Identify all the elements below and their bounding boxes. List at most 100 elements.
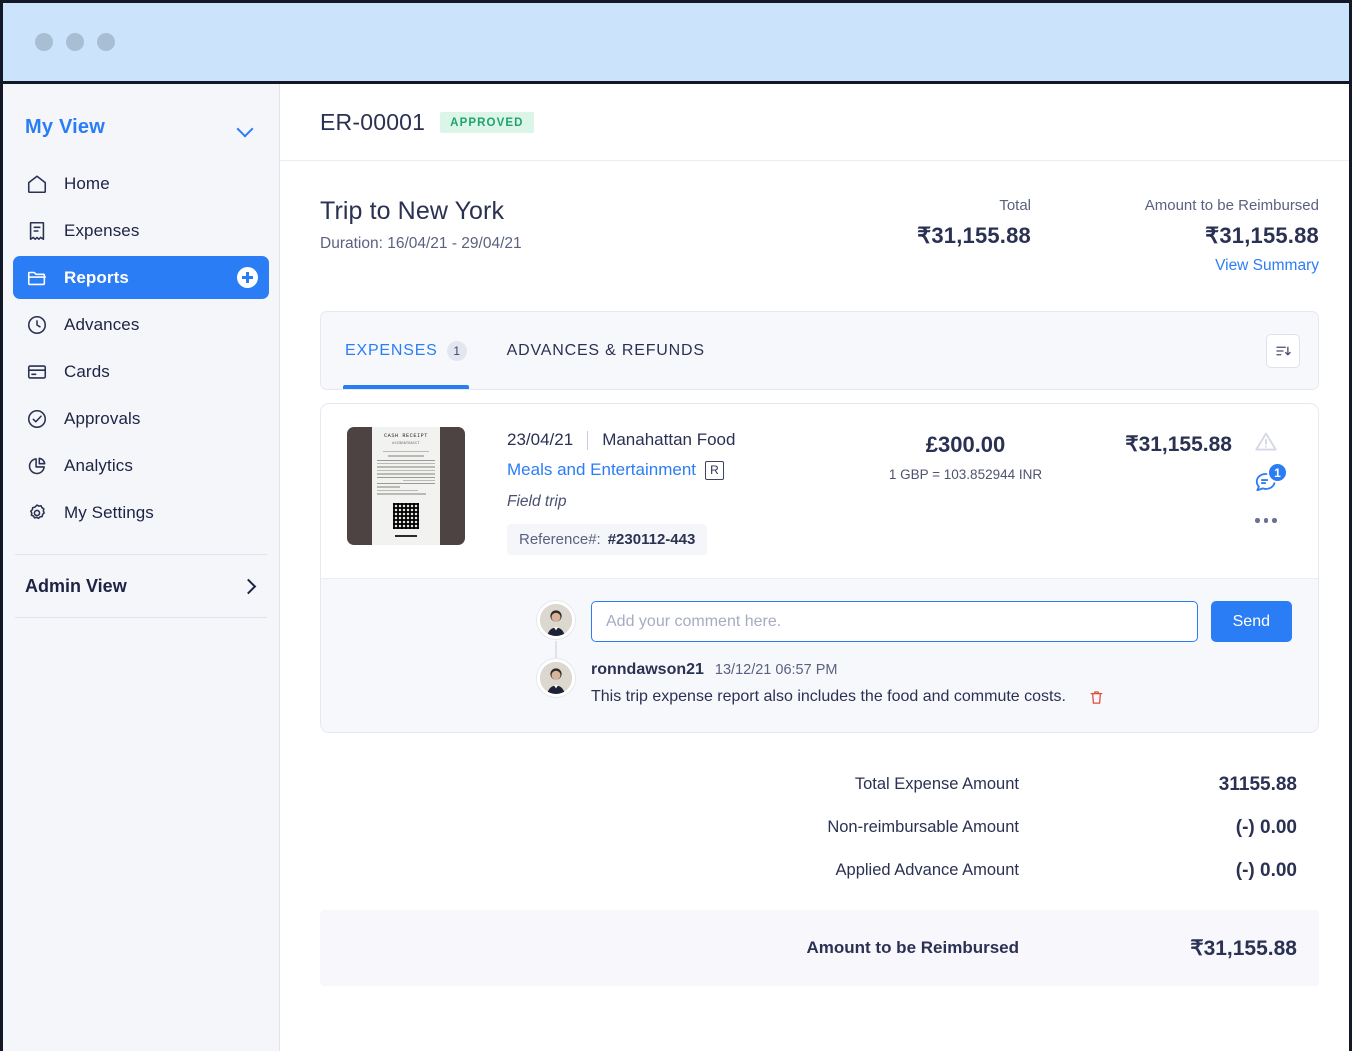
page-title: ER-00001 <box>320 109 425 136</box>
sidebar-nav: Home Expenses <box>3 162 279 538</box>
expense-row[interactable]: CASH RECEIPT #CCSHATOACCT <box>321 404 1318 578</box>
receipt-flag-icon: R <box>705 461 724 480</box>
check-circle-icon <box>25 407 49 431</box>
reimbursement-block: Amount to be Reimbursed ₹31,155.88 View … <box>1069 197 1319 275</box>
comment-timestamp: 13/12/21 06:57 PM <box>715 662 838 678</box>
comment-count-badge: 1 <box>1267 462 1288 483</box>
tab-count-badge: 1 <box>447 341 467 361</box>
pie-chart-icon <box>25 454 49 478</box>
report-body: Trip to New York Duration: 16/04/21 - 29… <box>280 161 1349 1051</box>
comment-compose-row: Send <box>537 601 1292 642</box>
total-row-label: Total Expense Amount <box>320 775 1117 794</box>
app-body: My View Home <box>0 84 1352 1051</box>
home-icon <box>25 172 49 196</box>
sidebar-item-approvals[interactable]: Approvals <box>13 397 269 440</box>
total-row-final: Amount to be Reimbursed ₹31,155.88 <box>320 910 1319 986</box>
sidebar-item-label: Approvals <box>64 409 141 429</box>
reimbursement-value: ₹31,155.88 <box>1069 223 1319 249</box>
card-icon <box>25 360 49 384</box>
expense-category-row: Meals and Entertainment R <box>507 460 848 480</box>
sidebar-item-home[interactable]: Home <box>13 162 269 205</box>
comment-author: ronndawson21 <box>591 661 704 679</box>
expense-reference-chip: Reference#: #230112-443 <box>507 524 707 555</box>
total-row-value: (-) 0.00 <box>1117 817 1297 839</box>
tab-advances-refunds[interactable]: ADVANCES & REFUNDS <box>505 312 707 389</box>
avatar <box>537 659 575 697</box>
expense-category-link[interactable]: Meals and Entertainment <box>507 460 696 480</box>
more-options-icon[interactable] <box>1255 518 1277 523</box>
final-total-label: Amount to be Reimbursed <box>320 938 1117 958</box>
trip-info: Trip to New York Duration: 16/04/21 - 29… <box>320 197 821 253</box>
receipt-lines <box>377 451 435 497</box>
reimbursement-caption: Amount to be Reimbursed <box>1069 197 1319 214</box>
expense-date: 23/04/21 <box>507 430 573 450</box>
window-close-dot[interactable] <box>35 33 53 51</box>
total-row-value: 31155.88 <box>1117 774 1297 796</box>
sidebar-item-analytics[interactable]: Analytics <box>13 444 269 487</box>
sidebar-admin-view[interactable]: Admin View <box>3 555 279 617</box>
avatar <box>537 601 575 639</box>
total-value: ₹31,155.88 <box>821 223 1031 249</box>
window-maximize-dot[interactable] <box>97 33 115 51</box>
window-minimize-dot[interactable] <box>66 33 84 51</box>
total-row: Total Expense Amount 31155.88 <box>320 763 1319 806</box>
trip-title: Trip to New York <box>320 197 821 226</box>
trip-duration: Duration: 16/04/21 - 29/04/21 <box>320 235 821 253</box>
sidebar-item-label: Analytics <box>64 456 133 476</box>
sidebar-item-cards[interactable]: Cards <box>13 350 269 393</box>
sidebar-item-label: Home <box>64 174 110 194</box>
main-content: ER-00001 APPROVED Trip to New York Durat… <box>280 84 1349 1051</box>
total-row-label: Non-reimbursable Amount <box>320 818 1117 837</box>
total-row: Non-reimbursable Amount (-) 0.00 <box>320 806 1319 849</box>
sidebar-item-expenses[interactable]: Expenses <box>13 209 269 252</box>
comment-input[interactable] <box>591 601 1198 642</box>
reference-value: #230112-443 <box>608 531 696 548</box>
sidebar-item-reports[interactable]: Reports <box>13 256 269 299</box>
view-summary-link[interactable]: View Summary <box>1069 257 1319 275</box>
status-badge: APPROVED <box>440 112 533 133</box>
sidebar-item-label: Cards <box>64 362 110 382</box>
comment-section: Send <box>321 578 1318 732</box>
report-header: ER-00001 APPROVED <box>280 84 1349 161</box>
window-titlebar <box>0 0 1352 84</box>
expense-base-amount: ₹31,155.88 <box>1083 432 1232 457</box>
final-total-value: ₹31,155.88 <box>1117 936 1297 961</box>
sidebar-item-label: My Settings <box>64 503 154 523</box>
expense-base-amount-block: ₹31,155.88 <box>1083 427 1238 555</box>
receipt-thumbnail[interactable]: CASH RECEIPT #CCSHATOACCT <box>347 427 465 545</box>
comment-body: ronndawson21 13/12/21 06:57 PM This trip… <box>591 659 1292 706</box>
comment-icon[interactable]: 1 <box>1253 469 1279 500</box>
expense-card: CASH RECEIPT #CCSHATOACCT <box>320 403 1319 733</box>
chevron-right-icon <box>243 580 255 592</box>
warning-icon[interactable] <box>1253 429 1279 460</box>
tab-bar: EXPENSES 1 ADVANCES & REFUNDS <box>320 311 1319 390</box>
totals-section: Total Expense Amount 31155.88 Non-reimbu… <box>320 763 1319 986</box>
expense-details: 23/04/21 Manahattan Food Meals and Enter… <box>465 427 848 555</box>
window-controls <box>35 33 115 51</box>
delete-comment-icon[interactable] <box>1088 689 1105 706</box>
admin-view-label: Admin View <box>25 576 127 597</box>
divider <box>587 431 588 450</box>
sidebar-my-view-toggle[interactable]: My View <box>3 106 279 148</box>
sidebar-item-advances[interactable]: Advances <box>13 303 269 346</box>
expense-merchant: Manahattan Food <box>602 430 735 450</box>
receipt-title: CASH RECEIPT <box>384 433 428 439</box>
receipt-paper: CASH RECEIPT #CCSHATOACCT <box>372 427 440 545</box>
reference-label: Reference#: <box>519 531 601 548</box>
receipt-subtitle: #CCSHATOACCT <box>392 442 419 446</box>
sidebar-item-my-settings[interactable]: My Settings <box>13 491 269 534</box>
total-block: Total ₹31,155.88 <box>821 197 1031 249</box>
comment-item: ronndawson21 13/12/21 06:57 PM This trip… <box>537 659 1292 706</box>
my-view-label: My View <box>25 116 105 139</box>
add-report-button[interactable] <box>237 267 258 288</box>
qr-code-icon <box>393 503 419 529</box>
sidebar-item-label: Expenses <box>64 221 139 241</box>
sort-icon[interactable] <box>1266 334 1300 368</box>
tab-expenses[interactable]: EXPENSES 1 <box>343 312 469 389</box>
expense-actions: 1 <box>1238 427 1294 555</box>
tab-label: EXPENSES <box>345 342 438 360</box>
sidebar-item-label: Advances <box>64 315 139 335</box>
total-row: Applied Advance Amount (-) 0.00 <box>320 849 1319 892</box>
sidebar-item-label: Reports <box>64 268 129 288</box>
send-button[interactable]: Send <box>1211 601 1292 642</box>
